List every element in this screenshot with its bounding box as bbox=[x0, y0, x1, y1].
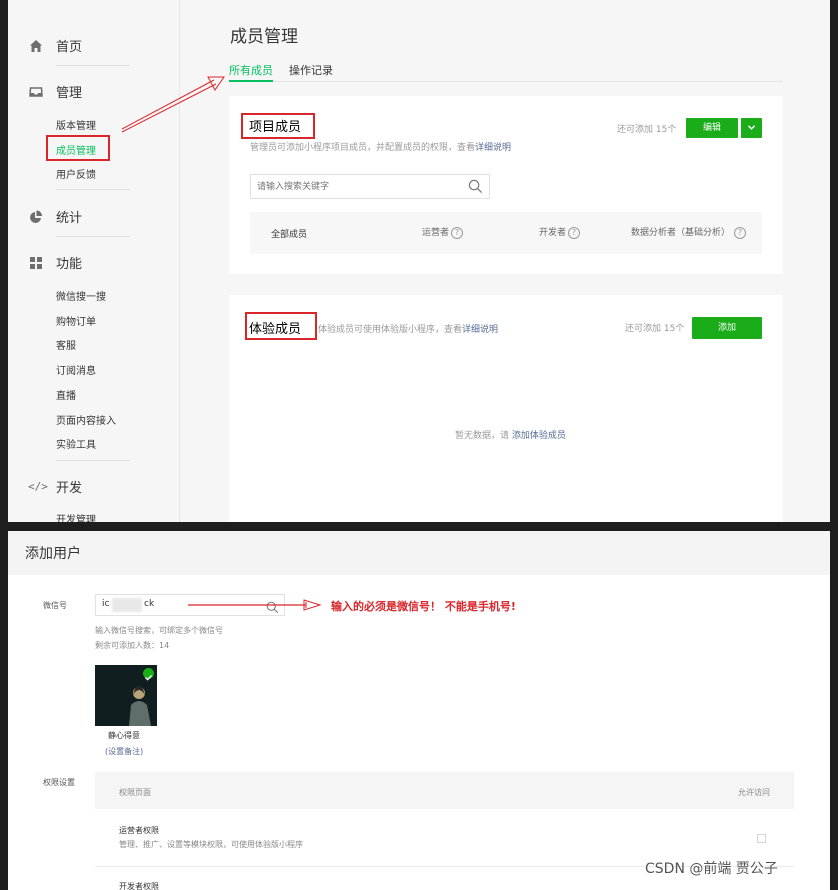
annotation-text: 输入的必须是微信号！ 不能是手机号! bbox=[331, 600, 516, 613]
dialog-header: 添加用户 bbox=[8, 531, 830, 575]
dialog-title: 添加用户 bbox=[25, 546, 81, 562]
wechat-id-label: 微信号 bbox=[43, 601, 67, 610]
permission-title: 运营者权限 bbox=[119, 826, 159, 835]
annotation-arrow bbox=[121, 76, 225, 133]
permission-label: 权限设置 bbox=[43, 778, 75, 787]
watermark: CSDN @前端 贾公子 bbox=[645, 861, 778, 877]
permission-description: 管理、推广、设置等模块权限，可使用体验版小程序 bbox=[119, 840, 303, 849]
member-management-page: 首页 管理 版本管理 成员管理 用户反馈 统计 功能 微信搜一搜 购物订单 客服… bbox=[8, 0, 830, 522]
column-header: 允许访问 bbox=[738, 788, 770, 797]
set-remark-link[interactable]: (设置备注) bbox=[105, 746, 143, 757]
user-name: 静心得意 bbox=[108, 731, 140, 740]
redacted-region bbox=[112, 598, 142, 612]
add-user-dialog: 添加用户 微信号 ic ck 输入的必须是微信号！ 不能是手机号! 输入微信号搜… bbox=[8, 531, 830, 890]
allow-access-checkbox[interactable] bbox=[757, 834, 766, 843]
wechat-id-value-start: ic bbox=[102, 599, 110, 609]
permission-table-header: 权限页面 允许访问 bbox=[95, 772, 794, 809]
avatar[interactable] bbox=[95, 665, 157, 726]
check-icon bbox=[143, 668, 154, 681]
wechat-id-value-end: ck bbox=[144, 599, 155, 609]
search-hint: 输入微信号搜索，可绑定多个微信号 bbox=[95, 626, 223, 635]
remaining-count: 剩余可添加人数：14 bbox=[95, 641, 170, 650]
column-header: 权限页面 bbox=[119, 788, 151, 797]
permission-title: 开发者权限 bbox=[119, 882, 159, 890]
annotation-arrow bbox=[188, 599, 322, 611]
